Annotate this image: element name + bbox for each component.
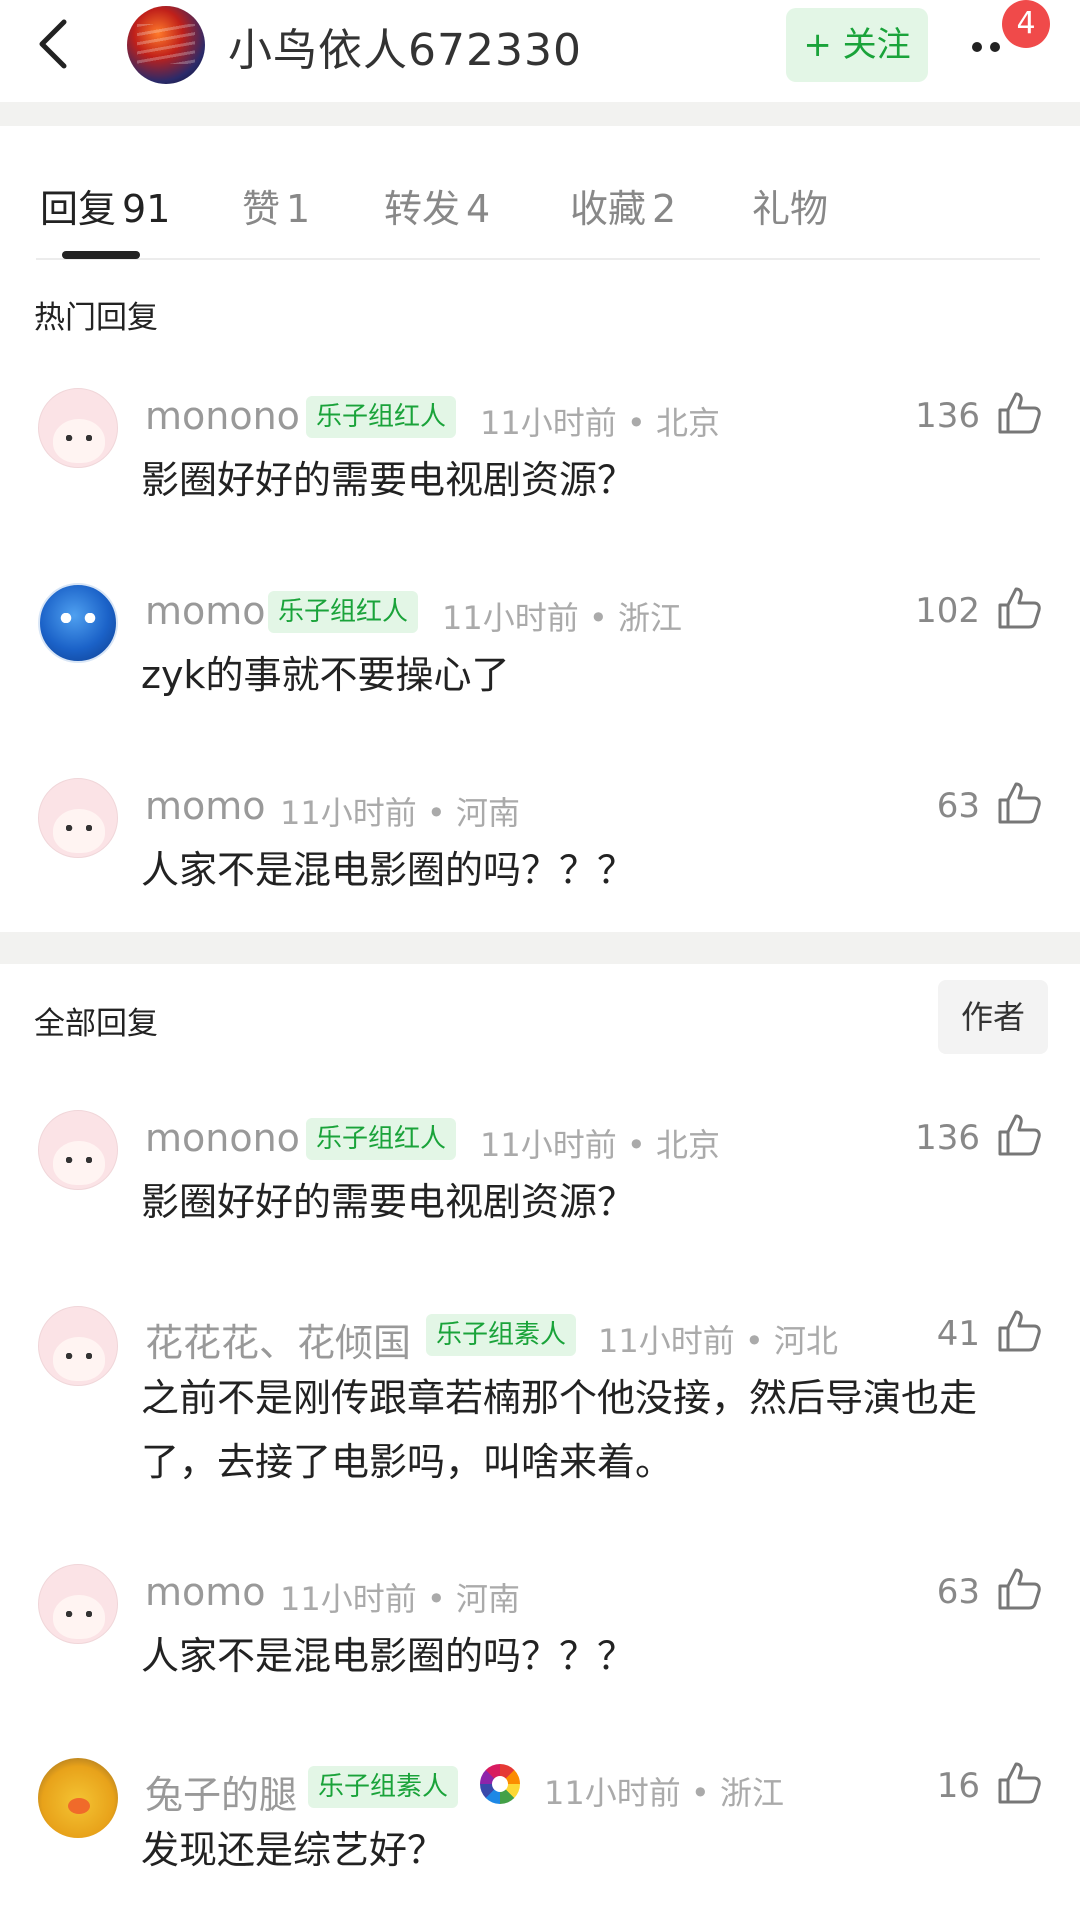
divider-band [0, 102, 1080, 126]
back-arrow-icon[interactable] [30, 14, 74, 74]
like-count: 136 [915, 396, 980, 436]
comment-text: 之前不是刚传跟章若楠那个他没接，然后导演也走了，去接了电影吗，叫啥来着。 [141, 1376, 978, 1484]
top-bar: 小鸟依人672330 + 关注 4 [0, 0, 1080, 100]
commenter-name[interactable]: monono [145, 394, 300, 438]
more-dot-icon [990, 42, 1000, 52]
like-count: 63 [936, 1572, 980, 1612]
tab-reposts[interactable]: 转发 4 [384, 178, 490, 233]
comment-meta: 11小时前 • 北京 [480, 1126, 720, 1164]
commenter-name[interactable]: 花花花、花倾国 [145, 1312, 411, 1367]
more-dot-icon [972, 42, 982, 52]
commenter-name[interactable]: monono [145, 1116, 300, 1160]
comment-meta: 11小时前 • 河北 [598, 1322, 838, 1360]
follow-button[interactable]: + 关注 [786, 8, 928, 82]
comment-meta: 11小时前 • 河南 [280, 1580, 520, 1618]
user-tag-badge: 乐子组素人 [308, 1766, 459, 1808]
tab-count: 91 [122, 187, 171, 231]
tab-count: 4 [466, 187, 491, 231]
commenter-avatar[interactable] [38, 1564, 118, 1644]
comment-text: 人家不是混电影圈的吗？？？ [141, 1634, 636, 1678]
thumbs-up-icon[interactable] [994, 1564, 1044, 1614]
comment-text: 影圈好好的需要电视剧资源？ [141, 458, 636, 502]
tab-label: 收藏 [570, 187, 647, 231]
thumbs-up-icon[interactable] [994, 1306, 1044, 1356]
comment-text: 影圈好好的需要电视剧资源？ [141, 1180, 636, 1224]
tab-count: 1 [286, 187, 311, 231]
hot-replies-title: 热门回复 [34, 300, 158, 336]
comment-meta: 11小时前 • 河南 [280, 794, 520, 832]
tab-label: 转发 [384, 187, 461, 231]
section-divider-band [0, 932, 1080, 964]
comment-meta: 11小时前 • 浙江 [544, 1774, 784, 1812]
like-count: 16 [936, 1766, 980, 1806]
commenter-name[interactable]: 兔子的腿 [145, 1764, 297, 1819]
tab-favorites[interactable]: 收藏 2 [570, 178, 676, 233]
tab-likes[interactable]: 赞1 [242, 178, 310, 233]
all-replies-title: 全部回复 [34, 1006, 158, 1042]
commenter-avatar[interactable] [38, 1110, 118, 1190]
commenter-avatar[interactable] [38, 1306, 118, 1386]
notification-badge: 4 [1002, 0, 1050, 48]
like-count: 136 [915, 1118, 980, 1158]
like-count: 63 [936, 786, 980, 826]
like-count: 41 [936, 1314, 980, 1354]
commenter-name[interactable]: momo [145, 1570, 266, 1614]
comment-text: 人家不是混电影圈的吗？？？ [141, 848, 636, 892]
tab-count: 2 [652, 187, 677, 231]
user-avatar[interactable] [127, 6, 205, 84]
user-tag-badge: 乐子组素人 [426, 1314, 577, 1356]
thumbs-up-icon[interactable] [994, 583, 1044, 633]
tab-label: 赞 [242, 187, 281, 231]
comment-text: 发现还是综艺好？ [141, 1828, 446, 1872]
user-tag-badge: 乐子组红人 [306, 396, 457, 438]
tab-divider [36, 258, 1040, 260]
tab-gifts[interactable]: 礼物 [752, 178, 828, 233]
user-tag-badge: 乐子组红人 [306, 1118, 457, 1160]
tab-label: 回复 [40, 187, 117, 231]
colorful-badge-icon [480, 1764, 520, 1804]
commenter-name[interactable]: momo [145, 589, 266, 633]
commenter-avatar[interactable] [38, 778, 118, 858]
thumbs-up-icon[interactable] [994, 1758, 1044, 1808]
comment-meta: 11小时前 • 浙江 [442, 599, 682, 637]
comment-text: zyk的事就不要操心了 [141, 653, 510, 697]
thumbs-up-icon[interactable] [994, 778, 1044, 828]
tab-replies[interactable]: 回复 91 [40, 178, 170, 233]
tab-label: 礼物 [752, 187, 829, 231]
commenter-avatar[interactable] [38, 388, 118, 468]
thumbs-up-icon[interactable] [994, 388, 1044, 438]
commenter-avatar[interactable] [38, 583, 118, 663]
author-filter-button[interactable]: 作者 [938, 980, 1048, 1054]
commenter-avatar[interactable] [38, 1758, 118, 1838]
active-tab-indicator [62, 251, 140, 259]
thumbs-up-icon[interactable] [994, 1110, 1044, 1160]
like-count: 102 [915, 591, 980, 631]
user-tag-badge: 乐子组红人 [268, 591, 419, 633]
comment-meta: 11小时前 • 北京 [480, 404, 720, 442]
username[interactable]: 小鸟依人672330 [228, 14, 582, 78]
commenter-name[interactable]: momo [145, 784, 266, 828]
